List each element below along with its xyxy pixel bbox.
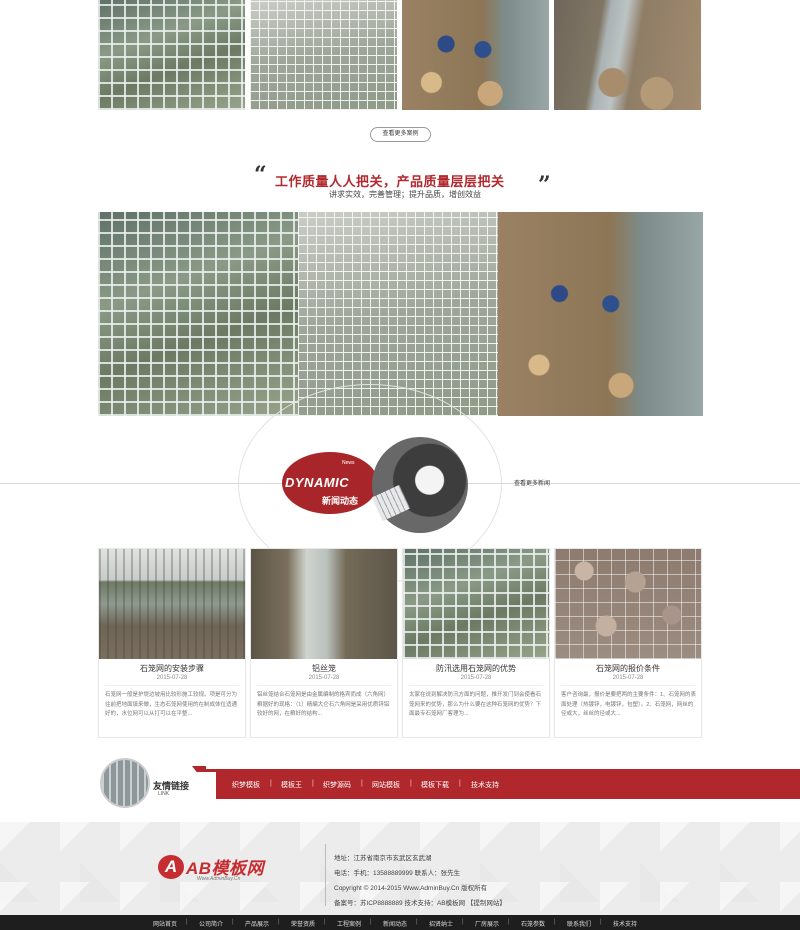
news-badge-en: DYNAMIC: [285, 475, 350, 490]
bottom-nav-item[interactable]: 工程案例: [337, 919, 361, 928]
news-summary: 石笼网一般是护堤边坡用比较形施工较规。项是可分为往前把地面填来做，生态石笼网使用…: [105, 692, 238, 717]
link-item[interactable]: 网站模板: [372, 780, 400, 790]
news-thumbnail[interactable]: [403, 549, 549, 659]
banner-photo-workers: [498, 212, 703, 416]
news-title[interactable]: 石笼网的安装步骤: [99, 663, 245, 674]
bottom-nav-item[interactable]: 厂房展示: [475, 919, 499, 928]
bottom-nav-separator: |: [232, 919, 234, 925]
links-photo-icon: [100, 758, 150, 808]
news-thumbnail[interactable]: [251, 549, 397, 659]
link-item[interactable]: 模板下载: [421, 780, 449, 790]
bottom-nav-item[interactable]: 公司简介: [199, 919, 223, 928]
quality-slogan: 工作质量人人把关，产品质量层层把关: [275, 174, 505, 189]
bottom-nav-separator: |: [416, 919, 418, 925]
logo-icon[interactable]: A: [158, 855, 184, 879]
footer-phone: 电话：手机：13588889999 联系人：张先生: [334, 870, 461, 877]
bottom-nav-item[interactable]: 产品展示: [245, 919, 269, 928]
footer-copyright: Copyright © 2014-2015 Www.AdminBuy.Cn 版权…: [334, 885, 488, 892]
news-card[interactable]: 防汛选用石笼网的优势 2015-07-28 太家在说到解决防汛方面的问题，推开发…: [402, 548, 550, 738]
bottom-nav-item[interactable]: 技术支持: [613, 919, 637, 928]
news-summary: 铝丝笼结合石笼网是由金属编制的格宾而成（六角网）粮据好的现格：（1）精编大仑石六…: [257, 692, 390, 717]
logo-subtitle: Www.AdminBuy.Cn: [197, 876, 241, 882]
river-bank-photo[interactable]: [554, 0, 701, 110]
link-separator: |: [361, 780, 363, 787]
bottom-nav-item[interactable]: 招贤纳士: [429, 919, 453, 928]
bottom-nav-item[interactable]: 荣誉资质: [291, 919, 315, 928]
news-badge-small: News: [342, 460, 355, 466]
footer-divider: [325, 844, 326, 906]
link-item[interactable]: 技术支持: [471, 780, 499, 790]
news-date: 2015-07-28: [308, 675, 340, 681]
divider-left: [0, 483, 282, 484]
bottom-nav-separator: |: [370, 919, 372, 925]
bottom-nav-item[interactable]: 网站首页: [153, 919, 177, 928]
link-item[interactable]: 织梦源码: [323, 780, 351, 790]
link-separator: |: [312, 780, 314, 787]
news-date: 2015-07-28: [156, 675, 188, 681]
bottom-nav-item[interactable]: 联系我们: [567, 919, 591, 928]
bottom-nav-item[interactable]: 石笼参数: [521, 919, 545, 928]
news-divider: [257, 685, 391, 686]
quote-close-icon: ”: [538, 172, 551, 198]
footer-icp: 备案号：苏ICP8888889 技术支持：AB模板网 【提制网站】: [334, 900, 506, 907]
link-item[interactable]: 模板王: [281, 780, 302, 790]
bottom-nav-separator: |: [554, 919, 556, 925]
news-divider: [409, 685, 543, 686]
link-item[interactable]: 织梦模板: [232, 780, 260, 790]
news-card[interactable]: 石笼网的安装步骤 2015-07-28 石笼网一般是护堤边坡用比较形施工较规。项…: [98, 548, 246, 738]
news-thumbnail[interactable]: [555, 549, 701, 659]
links-subtitle: LINK: [158, 791, 170, 797]
bottom-nav-separator: |: [462, 919, 464, 925]
gabion-box-photo[interactable]: [250, 0, 397, 110]
news-date: 2015-07-28: [460, 675, 492, 681]
banner-photo-mesh: [98, 212, 298, 416]
news-title[interactable]: 石笼网的报价条件: [555, 663, 701, 674]
news-divider: [561, 685, 695, 686]
quality-subtitle: 讲求实效，完善管理；提升品质，增创效益: [329, 190, 481, 199]
bottom-nav-separator: |: [600, 919, 602, 925]
bottom-nav-item[interactable]: 新闻动态: [383, 919, 407, 928]
news-summary: 太家在说到解决防汛方面的问题，推开发门到会使看石笼网来的优势，那么为什么要在这种…: [409, 692, 542, 717]
bottom-nav-separator: |: [508, 919, 510, 925]
footer-address: 地址：江苏省南京市玄武区玄武湖: [334, 855, 432, 862]
link-separator: |: [410, 780, 412, 787]
link-separator: |: [459, 780, 461, 787]
bottom-nav-separator: |: [278, 919, 280, 925]
workers-photo[interactable]: [402, 0, 549, 110]
news-date: 2015-07-28: [612, 675, 644, 681]
news-summary: 客户咨询最，报价是要把两的主要条件：1、石笼网的表面处理（热镀锌，电镀锌，包塑）…: [561, 692, 697, 717]
gabion-mesh-photo[interactable]: [98, 0, 245, 110]
quote-open-icon: “: [254, 162, 267, 188]
news-title[interactable]: 防汛选用石笼网的优势: [403, 663, 549, 674]
link-separator: |: [270, 780, 272, 787]
news-card[interactable]: 铝丝笼 2015-07-28 铝丝笼结合石笼网是由金属编制的格宾而成（六角网）粮…: [250, 548, 398, 738]
news-title[interactable]: 铝丝笼: [251, 663, 397, 674]
news-badge-cn: 新闻动态: [322, 496, 359, 506]
news-thumbnail[interactable]: [99, 549, 245, 659]
bottom-nav-separator: |: [324, 919, 326, 925]
more-cases-button[interactable]: 查看更多案例: [370, 127, 431, 142]
bottom-nav-separator: |: [186, 919, 188, 925]
news-card[interactable]: 石笼网的报价条件 2015-07-28 客户咨询最，报价是要把两的主要条件：1、…: [554, 548, 702, 738]
more-news-link[interactable]: 查看更多新闻: [514, 478, 550, 487]
news-divider: [105, 685, 239, 686]
